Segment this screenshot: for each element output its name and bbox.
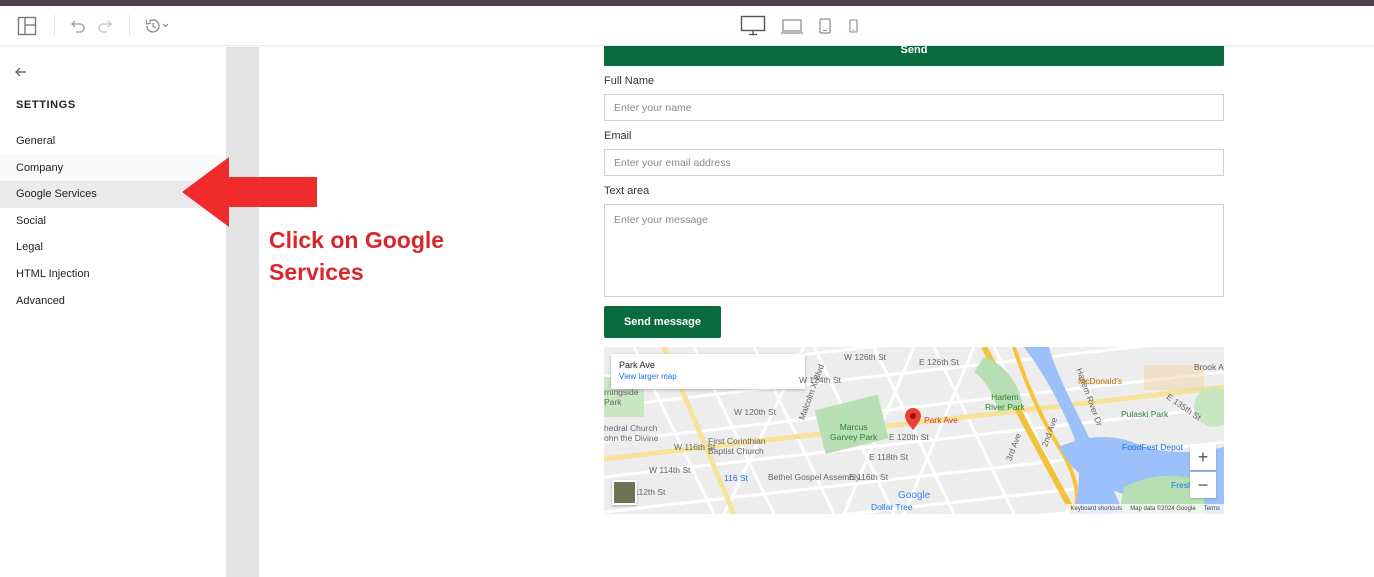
red-arrow-annotation-icon bbox=[182, 157, 317, 227]
textarea-label: Text area bbox=[604, 185, 650, 197]
annotation-text: Click on Google Services bbox=[269, 224, 444, 288]
map-pin-label: Park Ave bbox=[924, 415, 958, 425]
map-zoom-out-button[interactable]: − bbox=[1190, 472, 1216, 498]
layout-icon[interactable] bbox=[16, 15, 38, 37]
back-arrow-icon[interactable] bbox=[14, 65, 30, 79]
sidebar-item-html-injection[interactable]: HTML Injection bbox=[0, 261, 227, 288]
sidebar-item-advanced[interactable]: Advanced bbox=[0, 288, 227, 315]
map-place-name: Park Ave bbox=[619, 360, 655, 370]
sidebar-item-general[interactable]: General bbox=[0, 128, 227, 155]
send-message-button[interactable]: Send message bbox=[604, 306, 721, 338]
map-poi-label: Bethel Gospel Assembly bbox=[768, 472, 861, 482]
map-street-label: W 126th St bbox=[844, 352, 887, 362]
map-poi-label: rningside Park bbox=[604, 387, 639, 407]
map-info-card: Park Ave View larger map bbox=[611, 354, 805, 389]
map-poi-label: First Corinthian Baptist Church bbox=[708, 436, 766, 456]
view-larger-map-link[interactable]: View larger map bbox=[619, 372, 797, 381]
map-poi-label: Marcus Garvey Park bbox=[830, 422, 878, 442]
history-icon[interactable] bbox=[144, 15, 170, 37]
settings-title: SETTINGS bbox=[16, 99, 76, 111]
message-textarea[interactable]: Enter your message bbox=[604, 204, 1224, 297]
map-data-attribution: Map data ©2024 Google bbox=[1130, 506, 1196, 512]
sidebar-item-legal[interactable]: Legal bbox=[0, 234, 227, 261]
map-poi-label: 116 St bbox=[724, 473, 748, 483]
settings-sidebar: SETTINGS General Company Google Services… bbox=[0, 47, 227, 577]
map-footer: Keyboard shortcuts Map data ©2024 Google… bbox=[1066, 504, 1224, 514]
annotation-line-1: Click on Google bbox=[269, 227, 445, 253]
full-name-input[interactable]: Enter your name bbox=[604, 94, 1224, 121]
map-poi-label: McDonald's bbox=[1078, 376, 1123, 386]
map-poi-label: Harlem River Park bbox=[985, 392, 1025, 412]
map-poi-label: hedral Church ohn the Divine bbox=[604, 423, 659, 443]
redo-icon[interactable] bbox=[95, 15, 115, 37]
email-input[interactable]: Enter your email address bbox=[604, 149, 1224, 176]
tablet-icon[interactable] bbox=[818, 15, 832, 37]
mobile-icon[interactable] bbox=[847, 15, 859, 37]
toolbar-divider bbox=[54, 15, 55, 37]
terms-link[interactable]: Terms bbox=[1204, 506, 1220, 512]
map-street-label: E 118th St bbox=[869, 452, 909, 462]
full-name-label: Full Name bbox=[604, 75, 655, 87]
desktop-icon[interactable] bbox=[740, 15, 766, 37]
canvas-gutter bbox=[227, 47, 259, 577]
map-street-label: W 120th St bbox=[734, 407, 777, 417]
map-poi-label: Dollar Tree bbox=[871, 502, 913, 512]
google-map-embed[interactable]: Park Ave View larger map W 126th St E 12… bbox=[604, 347, 1224, 514]
map-street-label: W 114th St bbox=[649, 465, 691, 475]
map-satellite-thumbnail[interactable] bbox=[612, 480, 637, 505]
google-logo: Google bbox=[898, 490, 931, 501]
map-poi-label: Pulaski Park bbox=[1121, 409, 1169, 419]
map-zoom-in-button[interactable]: + bbox=[1190, 444, 1216, 470]
editor-toolbar bbox=[0, 6, 1374, 46]
map-street-label: E 120th St bbox=[889, 432, 929, 442]
laptop-icon[interactable] bbox=[780, 15, 804, 37]
map-poi-label: FoodFest Depot bbox=[1122, 442, 1183, 452]
annotation-line-2: Services bbox=[269, 259, 364, 285]
map-street-label: Brook Av bbox=[1194, 362, 1224, 372]
undo-icon[interactable] bbox=[68, 15, 88, 37]
map-street-label: E 126th St bbox=[919, 357, 959, 367]
toolbar-divider bbox=[129, 15, 130, 37]
keyboard-shortcuts-link[interactable]: Keyboard shortcuts bbox=[1070, 506, 1122, 512]
email-label: Email bbox=[604, 130, 632, 142]
